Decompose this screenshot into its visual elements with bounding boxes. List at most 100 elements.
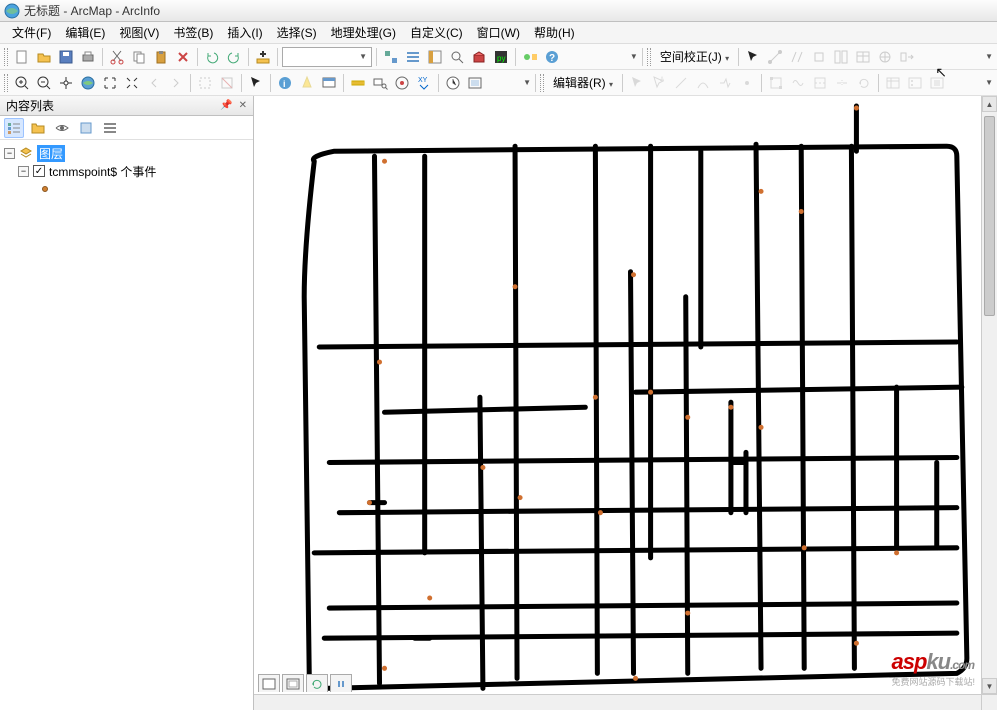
multilink-tool[interactable] xyxy=(787,47,807,67)
create-features[interactable] xyxy=(927,73,947,93)
close-icon[interactable]: ✕ xyxy=(239,100,247,111)
list-drawing-order[interactable] xyxy=(4,118,24,138)
rotate-tool[interactable] xyxy=(854,73,874,93)
options-button[interactable] xyxy=(100,118,120,138)
menu-insert[interactable]: 插入(I) xyxy=(221,22,268,43)
menu-selection[interactable]: 选择(S) xyxy=(271,22,323,43)
undo-button[interactable] xyxy=(202,47,222,67)
tree-symbol[interactable] xyxy=(4,180,249,198)
list-selection[interactable] xyxy=(76,118,96,138)
html-popup[interactable] xyxy=(319,73,339,93)
edge-match[interactable] xyxy=(831,47,851,67)
scroll-thumb[interactable] xyxy=(984,116,995,316)
scroll-down-icon[interactable]: ▼ xyxy=(982,678,997,694)
link-tool[interactable] xyxy=(765,47,785,67)
open-button[interactable] xyxy=(34,47,54,67)
toc-button[interactable] xyxy=(403,47,423,67)
point-tool[interactable] xyxy=(737,73,757,93)
python-button[interactable]: py xyxy=(491,47,511,67)
tree-layer[interactable]: − ✓ tcmmspoint$ 个事件 xyxy=(4,162,249,180)
scale-combo[interactable]: ▼ xyxy=(282,47,372,67)
add-data-button[interactable] xyxy=(253,47,273,67)
arctoolbox-button[interactable] xyxy=(469,47,489,67)
fixed-zoom-in[interactable] xyxy=(100,73,120,93)
select-features[interactable] xyxy=(195,73,215,93)
select-elements[interactable] xyxy=(246,73,266,93)
menu-geoprocessing[interactable]: 地理处理(G) xyxy=(325,22,402,43)
time-slider[interactable] xyxy=(443,73,463,93)
arc-segment[interactable] xyxy=(693,73,713,93)
modelbuilder-button[interactable] xyxy=(520,47,540,67)
find-route[interactable] xyxy=(392,73,412,93)
collapse-icon[interactable]: − xyxy=(18,166,29,177)
data-view-tab[interactable] xyxy=(258,674,280,692)
collapse-icon[interactable]: − xyxy=(4,148,15,159)
chevron-down-icon[interactable]: ▼ xyxy=(523,78,531,87)
menu-edit[interactable]: 编辑(E) xyxy=(59,22,111,43)
menu-customize[interactable]: 自定义(C) xyxy=(404,22,469,43)
select-tool[interactable] xyxy=(743,47,763,67)
sketch-props[interactable] xyxy=(905,73,925,93)
create-viewer[interactable] xyxy=(465,73,485,93)
map-canvas[interactable] xyxy=(254,96,997,710)
list-visibility[interactable] xyxy=(52,118,72,138)
attributes-button[interactable] xyxy=(883,73,903,93)
save-button[interactable] xyxy=(56,47,76,67)
pause-button[interactable] xyxy=(330,674,352,692)
straight-segment[interactable] xyxy=(671,73,691,93)
copy-button[interactable] xyxy=(129,47,149,67)
search-button[interactable] xyxy=(447,47,467,67)
link-table[interactable] xyxy=(853,47,873,67)
menu-window[interactable]: 窗口(W) xyxy=(471,22,526,43)
control-points[interactable] xyxy=(875,47,895,67)
catalog-button[interactable] xyxy=(425,47,445,67)
edit-vertices[interactable] xyxy=(766,73,786,93)
delete-button[interactable] xyxy=(173,47,193,67)
checkbox[interactable]: ✓ xyxy=(33,165,45,177)
editor-toolbar-button[interactable] xyxy=(381,47,401,67)
list-source[interactable] xyxy=(28,118,48,138)
prev-extent[interactable] xyxy=(144,73,164,93)
clear-selection[interactable] xyxy=(217,73,237,93)
editor-menu[interactable]: 编辑器(R) ▾ xyxy=(548,73,618,92)
print-button[interactable] xyxy=(78,47,98,67)
menu-file[interactable]: 文件(F) xyxy=(6,22,57,43)
attribute-transfer[interactable] xyxy=(897,47,917,67)
scroll-up-icon[interactable]: ▲ xyxy=(982,96,997,112)
chevron-down-icon[interactable]: ▼ xyxy=(985,78,993,87)
zoom-out-button[interactable] xyxy=(34,73,54,93)
identify-button[interactable]: i xyxy=(275,73,295,93)
fixed-zoom-out[interactable] xyxy=(122,73,142,93)
next-extent[interactable] xyxy=(166,73,186,93)
full-extent-button[interactable] xyxy=(78,73,98,93)
map-area[interactable]: ▲ ▼ aspku.com 免费网站源码下载站! xyxy=(254,96,997,710)
tree-root[interactable]: − 图层 xyxy=(4,144,249,162)
refresh-button[interactable] xyxy=(306,674,328,692)
zoom-in-button[interactable] xyxy=(12,73,32,93)
reshape-tool[interactable] xyxy=(788,73,808,93)
horizontal-scrollbar[interactable] xyxy=(254,694,981,710)
hyperlink-button[interactable] xyxy=(297,73,317,93)
layout-view-tab[interactable] xyxy=(282,674,304,692)
pan-button[interactable] xyxy=(56,73,76,93)
trace-tool[interactable] xyxy=(715,73,735,93)
edit-tool[interactable] xyxy=(627,73,647,93)
chevron-down-icon[interactable]: ▼ xyxy=(985,52,993,61)
help-button[interactable]: ? xyxy=(542,47,562,67)
new-button[interactable] xyxy=(12,47,32,67)
split-tool[interactable] xyxy=(832,73,852,93)
measure-button[interactable] xyxy=(348,73,368,93)
redo-button[interactable] xyxy=(224,47,244,67)
find-button[interactable] xyxy=(370,73,390,93)
paste-button[interactable] xyxy=(151,47,171,67)
menu-view[interactable]: 视图(V) xyxy=(113,22,165,43)
vertical-scrollbar[interactable]: ▲ ▼ xyxy=(981,96,997,694)
cut-button[interactable] xyxy=(107,47,127,67)
toc-tree[interactable]: − 图层 − ✓ tcmmspoint$ 个事件 xyxy=(0,140,253,710)
pin-icon[interactable]: 📌 xyxy=(220,100,232,111)
cut-polygon[interactable] xyxy=(810,73,830,93)
chevron-down-icon[interactable]: ▼ xyxy=(630,52,638,61)
spatial-adjust-menu[interactable]: 空间校正(J) ▾ xyxy=(655,47,734,66)
menu-bookmarks[interactable]: 书签(B) xyxy=(167,22,219,43)
edit-annotation[interactable]: A xyxy=(649,73,669,93)
